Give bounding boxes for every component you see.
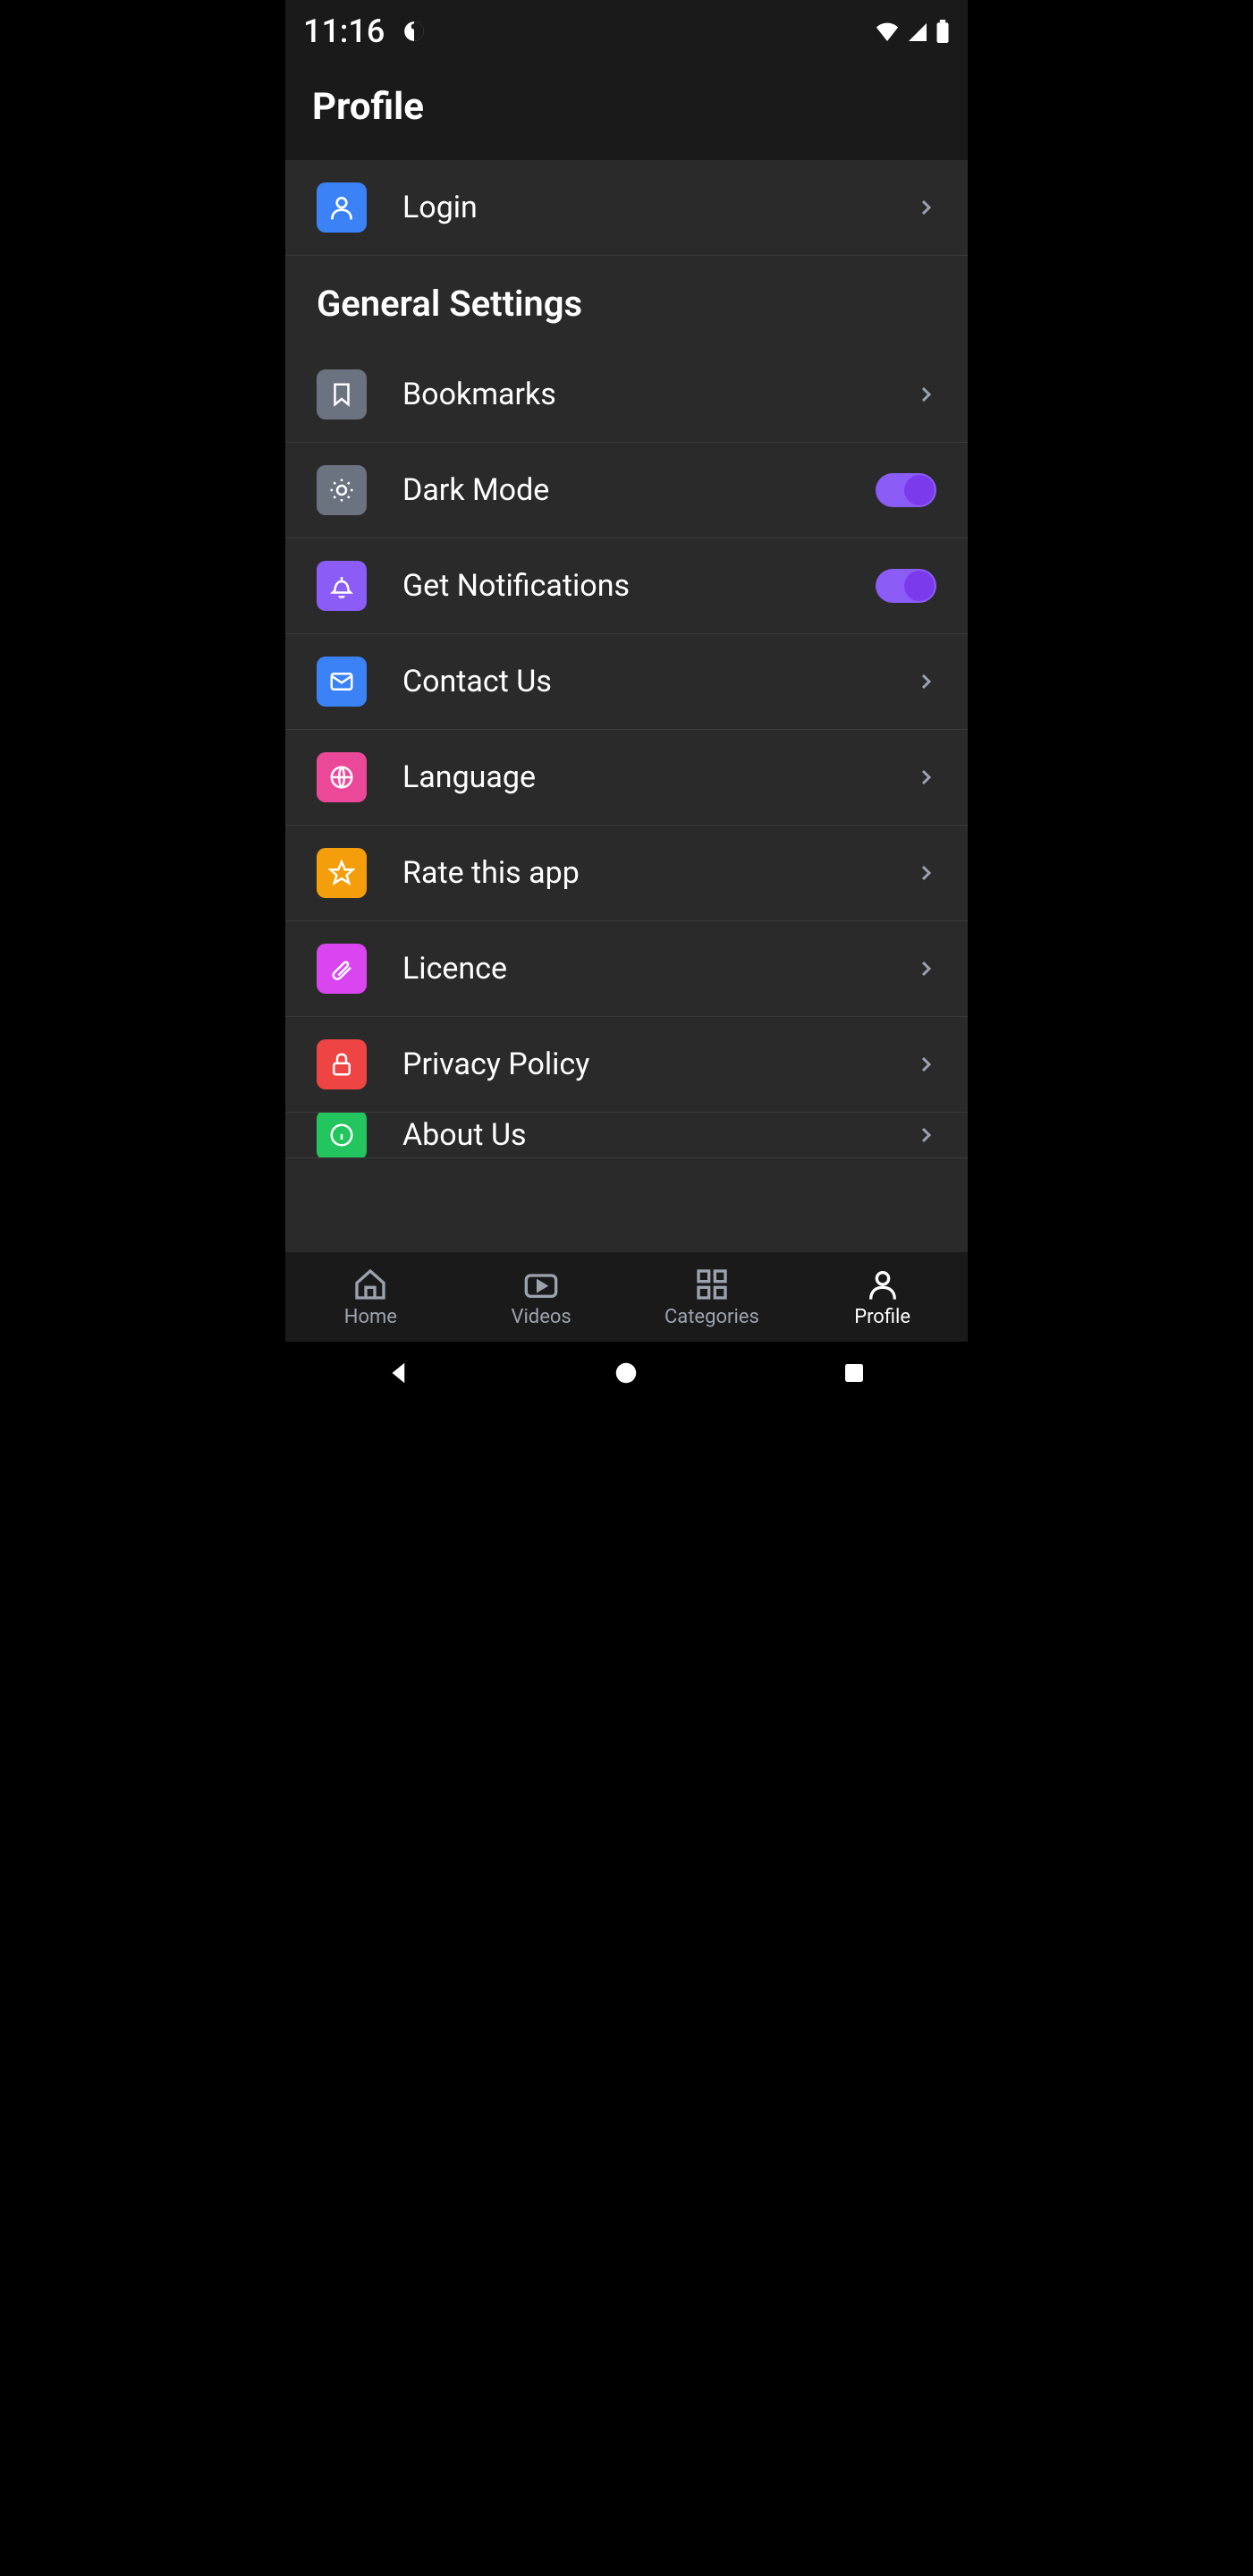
licence-row[interactable]: Licence xyxy=(285,921,968,1017)
paperclip-icon xyxy=(317,944,367,994)
bottom-nav: Home Videos Categories Profile xyxy=(285,1252,968,1342)
content: Login General Settings Bookmarks Dark Mo… xyxy=(285,160,968,1252)
nav-profile-label: Profile xyxy=(854,1306,910,1328)
user-icon xyxy=(317,182,367,233)
recents-button[interactable] xyxy=(841,1360,868,1386)
notifications-toggle[interactable] xyxy=(876,569,936,603)
chevron-right-icon xyxy=(915,197,936,218)
bookmarks-row[interactable]: Bookmarks xyxy=(285,347,968,443)
system-nav xyxy=(285,1342,968,1404)
back-button[interactable] xyxy=(385,1360,412,1386)
wifi-icon xyxy=(875,21,900,41)
bookmark-icon xyxy=(317,369,367,419)
globe-icon xyxy=(317,752,367,802)
nav-videos-label: Videos xyxy=(511,1306,571,1328)
login-label: Login xyxy=(402,190,879,225)
privacy-label: Privacy Policy xyxy=(402,1046,879,1082)
darkmode-label: Dark Mode xyxy=(402,472,840,508)
sun-icon xyxy=(317,465,367,515)
language-row[interactable]: Language xyxy=(285,730,968,826)
lock-icon xyxy=(317,1039,367,1089)
mail-icon xyxy=(317,657,367,707)
status-app-icon xyxy=(402,20,426,43)
chevron-right-icon xyxy=(915,671,936,692)
darkmode-toggle[interactable] xyxy=(876,473,936,507)
about-row[interactable]: About Us xyxy=(285,1113,968,1158)
bookmarks-label: Bookmarks xyxy=(402,377,879,412)
chevron-right-icon xyxy=(915,958,936,979)
bell-icon xyxy=(317,561,367,611)
notifications-label: Get Notifications xyxy=(402,568,840,604)
language-label: Language xyxy=(402,759,879,795)
status-bar: 11:16 xyxy=(285,0,968,63)
notifications-row: Get Notifications xyxy=(285,538,968,634)
video-icon xyxy=(523,1267,559,1302)
contact-label: Contact Us xyxy=(402,664,879,699)
nav-profile[interactable]: Profile xyxy=(797,1267,968,1328)
nav-categories[interactable]: Categories xyxy=(627,1267,798,1328)
info-icon xyxy=(317,1113,367,1158)
nav-home-label: Home xyxy=(344,1306,397,1328)
grid-icon xyxy=(694,1267,730,1302)
darkmode-row: Dark Mode xyxy=(285,443,968,538)
home-button[interactable] xyxy=(613,1360,639,1386)
page-title: Profile xyxy=(312,85,941,129)
nav-categories-label: Categories xyxy=(665,1306,759,1328)
star-icon xyxy=(317,848,367,898)
status-time: 11:16 xyxy=(303,13,385,50)
chevron-right-icon xyxy=(915,1124,936,1146)
chevron-right-icon xyxy=(915,384,936,405)
cellular-icon xyxy=(907,21,928,41)
about-label: About Us xyxy=(402,1117,879,1153)
rate-row[interactable]: Rate this app xyxy=(285,826,968,921)
battery-icon xyxy=(936,20,950,43)
licence-label: Licence xyxy=(402,951,879,987)
nav-videos[interactable]: Videos xyxy=(456,1267,627,1328)
nav-home[interactable]: Home xyxy=(285,1267,456,1328)
home-icon xyxy=(352,1267,388,1302)
chevron-right-icon xyxy=(915,767,936,788)
login-row[interactable]: Login xyxy=(285,160,968,256)
chevron-right-icon xyxy=(915,1054,936,1075)
profile-icon xyxy=(865,1267,901,1302)
privacy-row[interactable]: Privacy Policy xyxy=(285,1017,968,1113)
section-title: General Settings xyxy=(285,256,968,347)
rate-label: Rate this app xyxy=(402,855,879,891)
chevron-right-icon xyxy=(915,862,936,884)
contact-row[interactable]: Contact Us xyxy=(285,634,968,730)
header: Profile xyxy=(285,63,968,160)
